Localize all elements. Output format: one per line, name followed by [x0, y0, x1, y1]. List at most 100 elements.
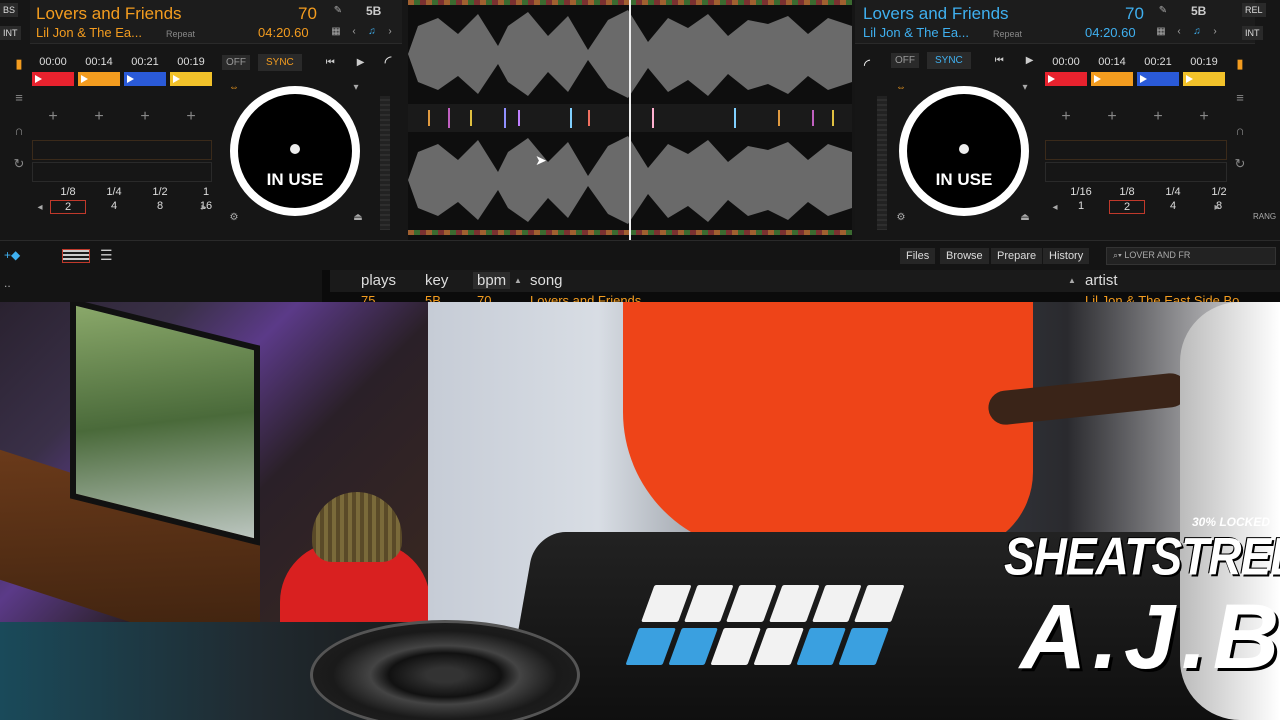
- cue-mode-icon[interactable]: ▮: [1236, 56, 1243, 72]
- deck-a-sync-button[interactable]: SYNC: [258, 54, 302, 71]
- deck-b-pitch-fader[interactable]: [877, 96, 887, 230]
- key-lock-icon[interactable]: ✎: [330, 3, 346, 19]
- loop-size-selected[interactable]: 2: [1109, 200, 1145, 214]
- waveform-display[interactable]: ➤: [408, 0, 852, 240]
- add-cue-button[interactable]: +: [1137, 104, 1179, 130]
- add-cue-button[interactable]: +: [1091, 104, 1133, 130]
- play-icon[interactable]: ▶: [1026, 55, 1034, 66]
- headphones-icon[interactable]: ∩: [1235, 123, 1244, 138]
- hotcue-1[interactable]: 00:00: [32, 56, 74, 86]
- loop-size[interactable]: 1/4: [1155, 186, 1191, 198]
- search-input[interactable]: ⌕▾ LOVER AND FR: [1106, 247, 1276, 265]
- loop-icon[interactable]: ↻: [14, 156, 25, 172]
- loop-size[interactable]: 1/8: [1109, 186, 1145, 198]
- headphones-icon[interactable]: ∩: [14, 123, 23, 138]
- deck-b-sync-button[interactable]: SYNC: [927, 52, 971, 69]
- dropdown-icon[interactable]: ▾: [1017, 80, 1033, 96]
- chevron-left-icon[interactable]: ‹: [346, 24, 362, 40]
- loop-size[interactable]: 4: [96, 200, 132, 214]
- settings-icon[interactable]: ⚙: [226, 210, 242, 226]
- tab-files[interactable]: Files: [900, 248, 936, 264]
- hotcue-4[interactable]: 00:19: [1183, 56, 1225, 86]
- previous-track-icon[interactable]: ⏮: [326, 57, 335, 68]
- key-lock-icon[interactable]: ✎: [1155, 3, 1171, 19]
- deck-a-corner-tag[interactable]: BS: [0, 3, 19, 17]
- chevron-right-icon[interactable]: ›: [1207, 24, 1223, 40]
- previous-track-icon[interactable]: ⏮: [995, 55, 1004, 66]
- play-icon[interactable]: ▶: [357, 57, 365, 68]
- loop-size[interactable]: 1/8: [50, 186, 86, 198]
- deck-b-int-tag[interactable]: INT: [1242, 26, 1263, 40]
- settings-icon[interactable]: ⚙: [893, 210, 909, 226]
- loop-double-icon[interactable]: ▸: [1209, 200, 1225, 216]
- cue-mode-icon[interactable]: ▮: [15, 56, 22, 72]
- column-song[interactable]: song: [530, 272, 563, 289]
- eject-icon[interactable]: ⏏: [350, 210, 366, 226]
- add-cue-button[interactable]: +: [170, 104, 212, 130]
- loop-size[interactable]: 8: [142, 200, 178, 214]
- add-cue-button[interactable]: +: [32, 104, 74, 130]
- fx-icon[interactable]: ⇔: [226, 80, 242, 96]
- tab-browse[interactable]: Browse: [940, 248, 989, 264]
- loop-size[interactable]: 1/16: [1063, 186, 1099, 198]
- column-artist[interactable]: artist: [1085, 272, 1118, 289]
- view-list-icon[interactable]: [62, 249, 90, 263]
- chevron-left-icon[interactable]: ‹: [1171, 24, 1187, 40]
- deck-a-repeat[interactable]: Repeat: [166, 29, 195, 39]
- dropdown-icon[interactable]: ▾: [348, 80, 364, 96]
- pitch-knob-icon[interactable]: ◜: [385, 52, 392, 73]
- deck-b-platter[interactable]: IN USE: [899, 86, 1029, 216]
- loop-size[interactable]: 1: [1063, 200, 1099, 214]
- loop-icon[interactable]: ↻: [1235, 156, 1246, 172]
- music-note-icon[interactable]: ♫: [1189, 24, 1205, 40]
- loop-size[interactable]: 1/4: [96, 186, 132, 198]
- folder-panel[interactable]: ..: [0, 270, 322, 304]
- hotcue-3[interactable]: 00:21: [124, 56, 166, 86]
- deck-b-off-button[interactable]: OFF: [891, 53, 919, 68]
- hotcue-2[interactable]: 00:14: [1091, 56, 1133, 86]
- eject-icon[interactable]: ⏏: [1017, 210, 1033, 226]
- deck-a-int-tag[interactable]: INT: [0, 26, 21, 40]
- hotcue-2[interactable]: 00:14: [78, 56, 120, 86]
- tab-history[interactable]: History: [1043, 248, 1090, 264]
- column-plays[interactable]: plays: [361, 272, 396, 289]
- hotcue-4[interactable]: 00:19: [170, 56, 212, 86]
- deck-b-loop-slot[interactable]: [1045, 140, 1227, 160]
- add-cue-button[interactable]: +: [1183, 104, 1225, 130]
- deck-a-loop-slot[interactable]: [32, 162, 212, 182]
- deck-b-repeat[interactable]: Repeat: [993, 29, 1022, 39]
- add-cue-button[interactable]: +: [78, 104, 120, 130]
- deck-a-platter[interactable]: IN USE: [230, 86, 360, 216]
- loop-size-selected[interactable]: 2: [50, 200, 86, 214]
- hotcue-1[interactable]: 00:00: [1045, 56, 1087, 86]
- loop-size[interactable]: 1/2: [142, 186, 178, 198]
- folder-add-icon[interactable]: +◆: [4, 248, 20, 262]
- logo-initials: A.J.B: [1020, 586, 1280, 688]
- loop-size[interactable]: 1: [188, 186, 224, 198]
- chevron-right-icon[interactable]: ›: [382, 24, 398, 40]
- fx-icon[interactable]: ⇔: [893, 80, 909, 96]
- deck-a-off-button[interactable]: OFF: [222, 55, 250, 70]
- deck-a-loop-slot[interactable]: [32, 140, 212, 160]
- deck-b-corner-tag[interactable]: REL: [1242, 3, 1266, 17]
- column-key[interactable]: key: [425, 272, 448, 289]
- view-detail-icon[interactable]: ☰: [100, 247, 113, 264]
- add-cue-button[interactable]: +: [1045, 104, 1087, 130]
- column-bpm[interactable]: bpm: [473, 272, 511, 289]
- grid-icon[interactable]: ▦: [1153, 24, 1169, 40]
- list-icon[interactable]: ≡: [15, 90, 23, 105]
- add-cue-button[interactable]: +: [124, 104, 166, 130]
- loop-halve-icon[interactable]: ◂: [32, 200, 48, 216]
- deck-a-pitch-fader[interactable]: [380, 96, 390, 230]
- hotcue-3[interactable]: 00:21: [1137, 56, 1179, 86]
- grid-icon[interactable]: ▦: [328, 24, 344, 40]
- tab-prepare[interactable]: Prepare: [991, 248, 1043, 264]
- music-note-icon[interactable]: ♫: [364, 24, 380, 40]
- loop-double-icon[interactable]: ▸: [196, 200, 212, 216]
- loop-size[interactable]: 1/2: [1201, 186, 1237, 198]
- list-icon[interactable]: ≡: [1236, 90, 1244, 105]
- loop-halve-icon[interactable]: ◂: [1047, 200, 1063, 216]
- loop-size[interactable]: 4: [1155, 200, 1191, 214]
- pitch-knob-icon[interactable]: ◜: [859, 58, 875, 74]
- deck-b-loop-slot[interactable]: [1045, 162, 1227, 182]
